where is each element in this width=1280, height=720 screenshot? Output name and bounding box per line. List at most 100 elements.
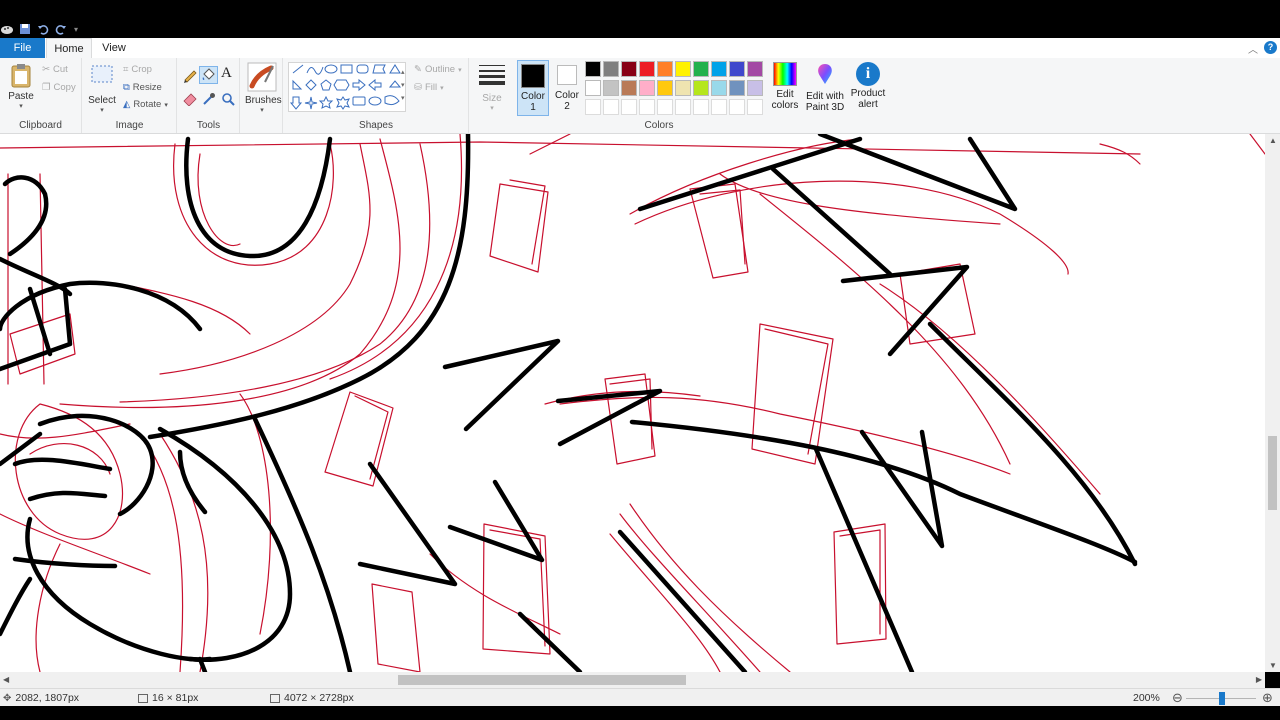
palette-color-swatch[interactable] bbox=[747, 80, 763, 96]
palette-custom-swatch[interactable] bbox=[585, 99, 601, 115]
palette-color-swatch[interactable] bbox=[639, 80, 655, 96]
palette-color-swatch[interactable] bbox=[711, 61, 727, 77]
zoom-in-icon[interactable]: ⊕ bbox=[1262, 690, 1273, 706]
selection-size: 16 × 81px bbox=[138, 692, 198, 704]
status-bar: ✥ 2082, 1807px 16 × 81px 4072 × 2728px 2… bbox=[0, 688, 1280, 706]
clipboard-group-label: Clipboard bbox=[19, 120, 62, 131]
palette-custom-swatch[interactable] bbox=[675, 99, 691, 115]
drawing-canvas[interactable] bbox=[0, 134, 1265, 672]
undo-icon[interactable] bbox=[36, 22, 50, 36]
brushes-button[interactable]: Brushes ▾ bbox=[245, 62, 282, 114]
palette-color-swatch[interactable] bbox=[729, 61, 745, 77]
palette-color-swatch[interactable] bbox=[585, 61, 601, 77]
save-icon[interactable] bbox=[18, 22, 32, 36]
palette-color-swatch[interactable] bbox=[693, 61, 709, 77]
palette-color-swatch[interactable] bbox=[603, 61, 619, 77]
cut-button[interactable]: ✂ Cut bbox=[42, 64, 68, 75]
selection-icon bbox=[138, 693, 148, 703]
palette-custom-swatch[interactable] bbox=[603, 99, 619, 115]
clipboard-group: Paste ▾ ✂ Cut ❐ Copy Clipboard bbox=[0, 58, 82, 133]
select-button[interactable]: Select ▾ bbox=[87, 64, 117, 114]
size-button[interactable]: Size ▾ bbox=[474, 62, 510, 118]
image-group: Select ▾ ⌗ Crop ⧉ Resize ◭ Rotate ▾ Image bbox=[83, 58, 177, 133]
zoom-level-text: 200% bbox=[1133, 692, 1160, 704]
palette-color-swatch[interactable] bbox=[585, 80, 601, 96]
palette-color-swatch[interactable] bbox=[693, 80, 709, 96]
shapes-scroll-icon[interactable]: ▴ ▾ ▾ bbox=[401, 66, 405, 105]
copy-button[interactable]: ❐ Copy bbox=[42, 82, 76, 93]
select-label: Select bbox=[88, 95, 116, 106]
customize-icon[interactable]: ▾ bbox=[72, 22, 80, 36]
palette-color-swatch[interactable] bbox=[747, 61, 763, 77]
title-bar: ▾ bbox=[0, 0, 1280, 38]
image-group-label: Image bbox=[115, 120, 144, 131]
zoom-slider-thumb[interactable] bbox=[1219, 692, 1225, 705]
edit-with-paint3d-button[interactable]: Edit with Paint 3D bbox=[804, 62, 846, 113]
crosshair-icon: ✥ bbox=[3, 692, 12, 704]
horizontal-scrollbar[interactable]: ◀ ▶ bbox=[0, 672, 1265, 688]
palette-color-swatch[interactable] bbox=[675, 80, 691, 96]
scroll-right-icon[interactable]: ▶ bbox=[1256, 675, 1262, 684]
paint-app-icon[interactable] bbox=[0, 22, 14, 36]
color1-number: 1 bbox=[530, 102, 536, 113]
outline-button[interactable]: ✎ Outline ▾ bbox=[414, 64, 462, 75]
palette-color-swatch[interactable] bbox=[675, 61, 691, 77]
bottom-black-bar bbox=[0, 706, 1280, 720]
palette-color-swatch[interactable] bbox=[657, 80, 673, 96]
palette-color-swatch[interactable] bbox=[711, 80, 727, 96]
scroll-up-icon[interactable]: ▲ bbox=[1269, 136, 1277, 145]
tab-file[interactable]: File bbox=[0, 38, 45, 58]
tab-home[interactable]: Home bbox=[46, 38, 92, 58]
eraser-icon[interactable] bbox=[182, 92, 198, 109]
vertical-scroll-thumb[interactable] bbox=[1268, 436, 1277, 510]
palette-custom-swatch[interactable] bbox=[711, 99, 727, 115]
color1-selector[interactable]: Color 1 bbox=[517, 60, 549, 116]
help-icon[interactable]: ? bbox=[1264, 41, 1277, 54]
edit-colors-button[interactable]: Edit colors bbox=[768, 62, 802, 111]
color-palette bbox=[585, 61, 767, 117]
resize-button[interactable]: ⧉ Resize bbox=[123, 82, 162, 93]
palette-custom-swatch[interactable] bbox=[621, 99, 637, 115]
palette-custom-swatch[interactable] bbox=[657, 99, 673, 115]
rotate-icon: ◭ bbox=[123, 99, 131, 110]
paste-button[interactable]: Paste ▾ bbox=[6, 62, 36, 116]
scroll-down-icon[interactable]: ▼ bbox=[1269, 661, 1277, 670]
color1-swatch bbox=[521, 64, 545, 88]
palette-custom-swatch[interactable] bbox=[747, 99, 763, 115]
shapes-gallery[interactable] bbox=[288, 62, 406, 112]
color2-number: 2 bbox=[564, 101, 570, 112]
brushes-label: Brushes bbox=[245, 95, 282, 106]
color-picker-icon[interactable] bbox=[202, 92, 216, 109]
magnifier-icon[interactable] bbox=[221, 92, 235, 109]
palette-color-swatch[interactable] bbox=[621, 61, 637, 77]
palette-color-swatch[interactable] bbox=[603, 80, 619, 96]
redo-icon[interactable] bbox=[54, 22, 68, 36]
rotate-button[interactable]: ◭ Rotate ▾ bbox=[123, 99, 168, 110]
resize-icon: ⧉ bbox=[123, 82, 130, 93]
crop-button[interactable]: ⌗ Crop bbox=[123, 64, 152, 75]
pencil-icon[interactable] bbox=[182, 67, 198, 86]
horizontal-scroll-thumb[interactable] bbox=[398, 675, 686, 685]
zoom-out-icon[interactable]: ⊖ bbox=[1172, 690, 1183, 706]
palette-color-swatch[interactable] bbox=[657, 61, 673, 77]
text-icon[interactable]: A bbox=[221, 65, 232, 82]
cursor-position-text: 2082, 1807px bbox=[15, 692, 80, 704]
palette-color-swatch[interactable] bbox=[639, 61, 655, 77]
tab-view[interactable]: View bbox=[94, 38, 134, 58]
product-alert-button[interactable]: i Product alert bbox=[848, 62, 888, 110]
scroll-left-icon[interactable]: ◀ bbox=[3, 675, 9, 684]
color2-swatch bbox=[557, 65, 577, 85]
palette-color-swatch[interactable] bbox=[729, 80, 745, 96]
palette-custom-swatch[interactable] bbox=[729, 99, 745, 115]
palette-custom-swatch[interactable] bbox=[639, 99, 655, 115]
fill-button[interactable]: ⛁ Fill ▾ bbox=[414, 82, 444, 93]
sketch-drawing bbox=[0, 134, 1265, 672]
minimize-ribbon-icon[interactable]: ︿ bbox=[1248, 41, 1258, 56]
brushes-group: Brushes ▾ bbox=[241, 58, 283, 133]
palette-custom-swatch[interactable] bbox=[693, 99, 709, 115]
color2-selector[interactable]: Color 2 bbox=[552, 60, 582, 116]
palette-color-swatch[interactable] bbox=[621, 80, 637, 96]
vertical-scrollbar[interactable]: ▲ ▼ bbox=[1265, 134, 1280, 672]
cursor-position: ✥ 2082, 1807px bbox=[3, 692, 79, 704]
fill-bucket-icon[interactable] bbox=[199, 66, 218, 84]
